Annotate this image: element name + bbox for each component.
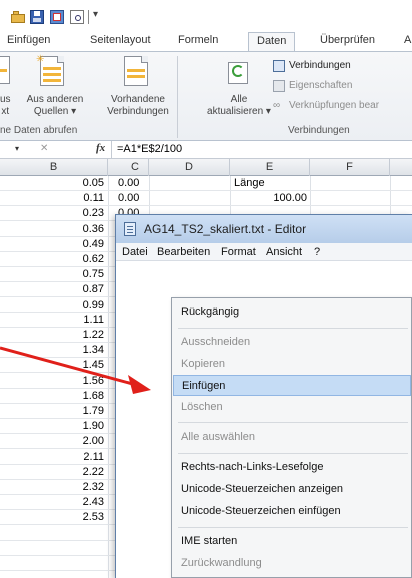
menu-separator (178, 527, 408, 528)
cell-b[interactable]: 0.49 (0, 237, 104, 252)
cell-b[interactable]: 0.23 (0, 206, 104, 221)
cell-c[interactable]: 0.00 (118, 176, 139, 191)
cell-b[interactable]: 1.11 (0, 313, 104, 328)
existing-connections-button[interactable]: Vorhandene Verbindungen (104, 94, 172, 118)
menu-item-rtl-reading[interactable]: Rechts-nach-Links-Lesefolge (173, 457, 411, 478)
cell-b[interactable]: 0.36 (0, 222, 104, 237)
properties-icon[interactable] (273, 80, 285, 92)
column-header-f[interactable]: F (310, 159, 390, 176)
table-row: 0.11 0.00 100.00 (0, 191, 412, 207)
ribbon: us xt ✳ Aus anderen Quellen ▾ Vorhandene… (0, 51, 412, 141)
cell-b[interactable]: 0.99 (0, 298, 104, 313)
cell-b[interactable]: 1.22 (0, 328, 104, 343)
connections-button[interactable]: Verbindungen (289, 60, 351, 71)
cell-b[interactable]: 2.32 (0, 480, 104, 495)
menu-item-delete[interactable]: Löschen (173, 397, 411, 418)
notepad-title: AG14_TS2_skaliert.txt - Editor (144, 222, 307, 236)
edit-links-icon[interactable]: ∞ (273, 100, 285, 112)
properties-button[interactable]: Eigenschaften (289, 80, 352, 91)
notepad-title-bar[interactable]: AG14_TS2_skaliert.txt - Editor (116, 215, 412, 243)
group-label-external-data: ne Daten abrufen (0, 125, 78, 136)
formula-bar-divider (111, 141, 112, 159)
menu-item-select-all[interactable]: Alle auswählen (173, 427, 411, 448)
cell-b[interactable]: 0.62 (0, 252, 104, 267)
context-menu: Rückgängig Ausschneiden Kopieren Einfüge… (171, 297, 412, 578)
notepad-menu-bar: Datei Bearbeiten Format Ansicht ? (116, 243, 412, 261)
menu-datei[interactable]: Datei (122, 246, 148, 258)
existing-connections-icon[interactable] (124, 56, 148, 88)
column-headers: B C D E F (0, 159, 412, 176)
notepad-icon (124, 222, 136, 236)
print-preview-icon[interactable] (70, 10, 84, 24)
cell-b[interactable]: 1.34 (0, 343, 104, 358)
access-icon[interactable] (0, 56, 10, 84)
cell-b[interactable]: 0.75 (0, 267, 104, 282)
menu-item-insert-unicode[interactable]: Unicode-Steuerzeichen einfügen (173, 501, 411, 522)
menu-bearbeiten[interactable]: Bearbeiten (157, 246, 210, 258)
connections-icon[interactable] (273, 60, 285, 72)
tab-ueberpruefen[interactable]: Überprüfen (320, 34, 375, 46)
cell-e2[interactable]: 100.00 (230, 191, 307, 206)
tab-ansicht[interactable]: A (404, 34, 411, 46)
export-pdf-icon[interactable] (50, 10, 64, 24)
save-icon[interactable] (30, 10, 44, 24)
table-row: 0.05 0.00 Länge (0, 176, 412, 191)
menu-item-cut[interactable]: Ausschneiden (173, 332, 411, 353)
menu-ansicht[interactable]: Ansicht (266, 246, 302, 258)
group-label-connections: Verbindungen (288, 125, 350, 136)
insert-function-icon[interactable]: fx (96, 142, 105, 154)
cell-b[interactable]: 1.90 (0, 419, 104, 434)
menu-help[interactable]: ? (314, 246, 320, 258)
cell-b[interactable]: 2.22 (0, 465, 104, 480)
menu-separator (178, 453, 408, 454)
formula-bar: ▾ ✕ fx =A1*E$2/100 (0, 141, 412, 159)
menu-item-paste[interactable]: Einfügen (173, 375, 411, 396)
cell-b[interactable]: 2.11 (0, 450, 104, 465)
from-access-label[interactable]: us xt (0, 94, 11, 118)
menu-item-reconversion[interactable]: Zurückwandlung (173, 553, 411, 574)
cell-b[interactable]: 2.43 (0, 495, 104, 510)
column-header-e[interactable]: E (230, 159, 310, 176)
menu-item-copy[interactable]: Kopieren (173, 354, 411, 375)
column-header-d[interactable]: D (149, 159, 230, 176)
cell-b[interactable]: 2.53 (0, 510, 104, 525)
other-sources-button[interactable]: Aus anderen Quellen ▾ (21, 94, 89, 118)
cell-b[interactable]: 2.00 (0, 434, 104, 449)
tab-daten[interactable]: Daten (248, 32, 296, 52)
customize-toolbar-chevron-icon[interactable]: ▾ (93, 9, 98, 20)
toolbar-separator (88, 10, 89, 24)
open-folder-icon[interactable] (11, 10, 25, 24)
cell-b[interactable]: 0.11 (0, 191, 104, 206)
cell-c[interactable]: 0.00 (118, 191, 139, 206)
group-separator (177, 56, 178, 138)
menu-separator (178, 422, 408, 423)
cell-b[interactable]: 1.68 (0, 389, 104, 404)
ribbon-tabs: Einfügen Seitenlayout Formeln Daten Über… (0, 32, 412, 52)
refresh-all-button[interactable]: Alle aktualisieren ▾ (206, 94, 272, 118)
cell-b[interactable]: 1.79 (0, 404, 104, 419)
cell-b[interactable]: 1.56 (0, 374, 104, 389)
quick-access-toolbar: ▾ (0, 0, 412, 32)
formula-input[interactable]: =A1*E$2/100 (117, 143, 182, 155)
cancel-icon[interactable]: ✕ (40, 143, 48, 154)
cell-e1[interactable]: Länge (234, 176, 265, 191)
edit-links-button[interactable]: Verknüpfungen bear (289, 100, 379, 111)
column-header-c[interactable]: C (108, 159, 149, 176)
menu-item-show-unicode[interactable]: Unicode-Steuerzeichen anzeigen (173, 479, 411, 500)
tab-formeln[interactable]: Formeln (178, 34, 218, 46)
namebox-dropdown-icon[interactable]: ▾ (15, 144, 19, 153)
cell-b[interactable]: 0.87 (0, 282, 104, 297)
tab-seitenlayout[interactable]: Seitenlayout (90, 34, 151, 46)
menu-item-ime-open[interactable]: IME starten (173, 531, 411, 552)
menu-format[interactable]: Format (221, 246, 256, 258)
other-sources-icon[interactable]: ✳ (36, 54, 66, 88)
refresh-all-icon[interactable] (228, 62, 250, 86)
sparkle-icon: ✳ (36, 54, 45, 65)
cell-b[interactable]: 1.45 (0, 358, 104, 373)
menu-separator (178, 328, 408, 329)
menu-item-undo[interactable]: Rückgängig (173, 302, 411, 323)
column-header-b[interactable]: B (0, 159, 108, 176)
tab-einfuegen[interactable]: Einfügen (7, 34, 50, 46)
cell-b[interactable]: 0.05 (0, 176, 104, 191)
